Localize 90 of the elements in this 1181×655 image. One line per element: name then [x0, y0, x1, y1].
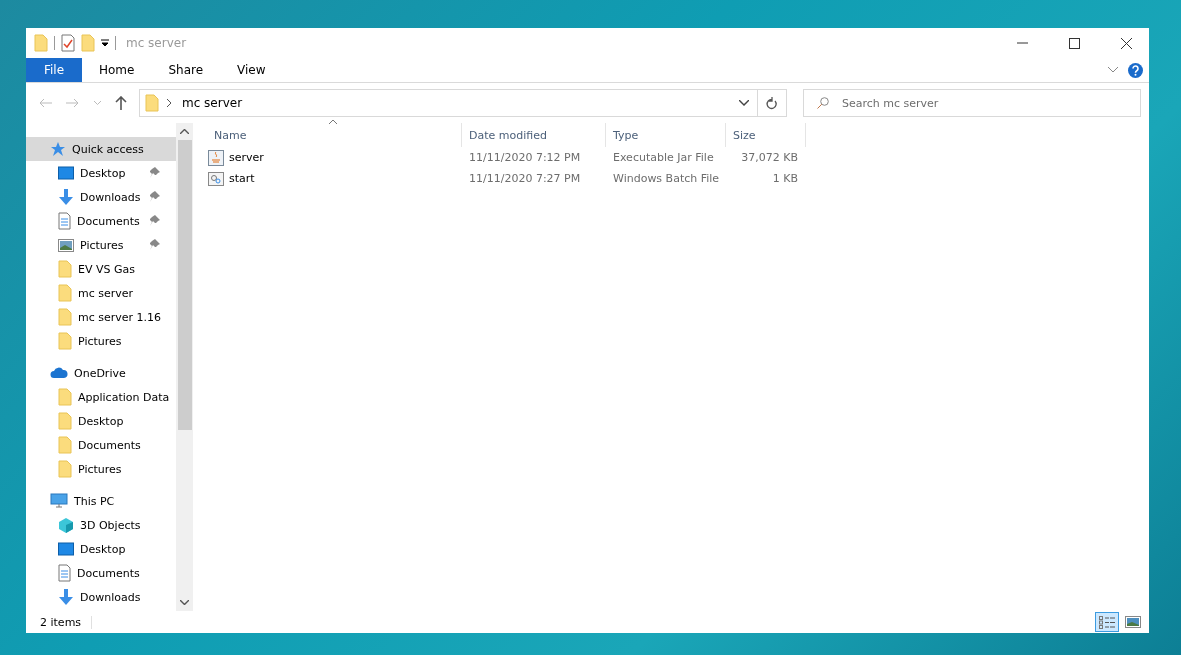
date-cell-text: 11/11/2020 7:12 PM: [468, 151, 582, 164]
ribbon-tab[interactable]: View: [220, 58, 283, 82]
ribbon-tab[interactable]: File: [26, 58, 82, 82]
sort-ascending-icon: [329, 119, 337, 124]
sidebar-item[interactable]: Documents: [26, 209, 176, 233]
column-header[interactable]: Type: [606, 123, 726, 147]
date-cell-text: 11/11/2020 7:27 PM: [468, 172, 582, 185]
ribbon-tab[interactable]: Share: [151, 58, 221, 82]
search-icon: [817, 97, 829, 109]
chevron-right-icon: [167, 99, 172, 107]
folder-icon: [58, 284, 72, 302]
folder-icon: [145, 94, 159, 112]
sidebar-item[interactable]: This PC: [26, 489, 176, 513]
sidebar-item[interactable]: Pictures: [26, 457, 176, 481]
picture-icon: [1125, 616, 1141, 628]
cloud-icon: [50, 367, 68, 379]
address-bar[interactable]: mc server: [139, 89, 787, 117]
document-icon: [58, 564, 71, 582]
sidebar-item[interactable]: Desktop: [26, 161, 176, 185]
type-cell-text: Executable Jar File: [612, 151, 715, 164]
size-cell-text: 37,072 KB: [740, 151, 799, 164]
sidebar-item[interactable]: mc server 1.16: [26, 305, 176, 329]
sidebar-item[interactable]: Downloads: [26, 185, 176, 209]
pin-icon[interactable]: [150, 215, 160, 226]
computer-icon: [50, 493, 68, 509]
item-count: 2 items: [40, 615, 93, 629]
monitor-icon: [58, 542, 74, 556]
folder-icon: [58, 388, 72, 406]
search-field[interactable]: Search mc server: [803, 89, 1141, 117]
refresh-icon: [766, 96, 778, 110]
sidebar-item[interactable]: mc server: [26, 281, 176, 305]
file-name[interactable]: server: [229, 151, 264, 164]
java-file-icon: [208, 149, 224, 166]
sidebar-item[interactable]: Pictures: [26, 233, 176, 257]
size-cell-text: 1 KB: [771, 172, 799, 185]
cube-icon: [58, 516, 74, 534]
dropdown-icon[interactable]: [101, 39, 109, 47]
document-icon: [58, 212, 71, 230]
folder-icon: [58, 332, 72, 350]
folder-icon: [34, 34, 48, 52]
folder-icon: [58, 412, 72, 430]
minimize-icon: [1016, 42, 1028, 44]
folder-icon: [58, 308, 72, 326]
details-view-button[interactable]: [1095, 612, 1119, 632]
address-path: mc server: [181, 96, 244, 110]
picture-icon: [58, 238, 74, 252]
download-arrow-icon: [58, 188, 74, 206]
chevron-down-icon[interactable]: [1108, 67, 1118, 73]
sidebar-item[interactable]: Pictures: [26, 329, 176, 353]
sidebar-item[interactable]: 3D Objects: [26, 513, 176, 537]
sidebar-item[interactable]: EV VS Gas: [26, 257, 176, 281]
chevron-down-icon: [94, 101, 101, 105]
scrollbar[interactable]: [176, 123, 193, 611]
sidebar-item[interactable]: Quick access: [26, 137, 176, 161]
folder-icon: [81, 34, 95, 52]
chevron-down-icon: [738, 100, 749, 106]
checklist-icon[interactable]: [61, 34, 75, 52]
pin-icon[interactable]: [150, 191, 160, 202]
window-title: mc server: [126, 36, 188, 50]
sidebar-item[interactable]: OneDrive: [26, 361, 176, 385]
details-list-icon: [1099, 615, 1115, 629]
sidebar-item[interactable]: Documents: [26, 561, 176, 585]
up-arrow-icon: [115, 96, 127, 110]
folder-icon: [58, 460, 72, 478]
type-cell-text: Windows Batch File: [612, 172, 721, 185]
download-arrow-icon: [58, 588, 74, 606]
sidebar-item[interactable]: Documents: [26, 433, 176, 457]
star-icon: [50, 141, 66, 157]
ribbon-tab[interactable]: Home: [82, 58, 152, 82]
pin-icon[interactable]: [150, 239, 160, 250]
maximize-icon: [1068, 37, 1080, 49]
scroll-up-icon[interactable]: [180, 129, 189, 134]
gears-file-icon: [208, 171, 224, 186]
close-icon: [1120, 37, 1132, 49]
column-header[interactable]: Date modified: [462, 123, 606, 147]
folder-icon: [58, 260, 72, 278]
scroll-down-icon[interactable]: [180, 600, 189, 605]
file-name[interactable]: start: [229, 172, 255, 185]
monitor-icon: [58, 166, 74, 180]
folder-icon: [58, 436, 72, 454]
sidebar-item[interactable]: Application Data: [26, 385, 176, 409]
help-icon[interactable]: [1128, 62, 1143, 78]
back-arrow-icon: [38, 98, 52, 108]
sidebar-item[interactable]: Desktop: [26, 409, 176, 433]
sidebar-item[interactable]: Desktop: [26, 537, 176, 561]
pin-icon[interactable]: [150, 167, 160, 178]
sidebar-item[interactable]: Downloads: [26, 585, 176, 609]
forward-arrow-icon: [66, 98, 80, 108]
column-header[interactable]: Size: [726, 123, 806, 147]
column-header[interactable]: Name: [207, 123, 462, 147]
